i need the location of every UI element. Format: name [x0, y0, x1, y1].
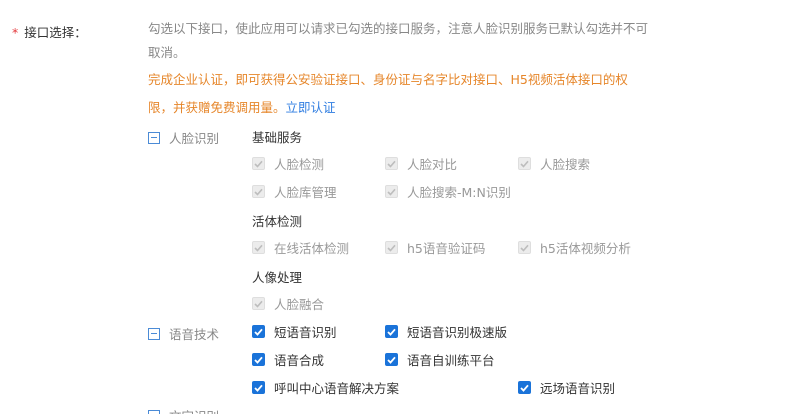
checkmark-icon — [252, 185, 265, 198]
checkbox-online-liveness: 在线活体检测 — [252, 238, 349, 257]
checkmark-icon — [252, 381, 265, 394]
section-title-portrait: 人像处理 — [252, 270, 303, 285]
checkbox-short-asr-fast[interactable]: 短语音识别极速版 — [385, 322, 507, 341]
checkbox-face-compare: 人脸对比 — [385, 154, 457, 173]
checkmark-icon — [252, 297, 265, 310]
required-mark: * — [12, 25, 19, 40]
checkmark-icon — [518, 241, 531, 254]
group-toggle-face[interactable]: 人脸识别 — [148, 128, 219, 147]
checkbox-h5-voice-code: h5语音验证码 — [385, 238, 485, 257]
collapse-icon — [148, 131, 160, 144]
checkbox-face-search-mn: 人脸搜索-M:N识别 — [385, 182, 511, 201]
certify-now-link[interactable]: 立即认证 — [286, 100, 336, 115]
checkbox-face-detect: 人脸检测 — [252, 154, 324, 173]
group-toggle-speech[interactable]: 语音技术 — [148, 324, 219, 343]
checkmark-icon — [252, 241, 265, 254]
field-label: * 接口选择： — [12, 22, 87, 41]
certification-notice: 完成企业认证，即可获得公安验证接口、身份证与名字比对接口、H5视频活体接口的权限… — [148, 66, 648, 122]
checkmark-icon — [252, 353, 265, 366]
checkmark-icon — [385, 241, 398, 254]
section-title-liveness: 活体检测 — [252, 214, 303, 229]
field-label-text: 接口选择： — [24, 25, 87, 40]
checkmark-icon — [385, 353, 398, 366]
checkbox-far-field-asr[interactable]: 远场语音识别 — [518, 378, 615, 397]
checkbox-speech-self-training[interactable]: 语音自训练平台 — [385, 350, 495, 369]
group-label: 文字识别 — [169, 406, 219, 414]
checkmark-icon — [385, 185, 398, 198]
checkmark-icon — [385, 157, 398, 170]
notice-text: 完成企业认证，即可获得公安验证接口、身份证与名字比对接口、H5视频活体接口的权限… — [148, 72, 628, 115]
group-label: 人脸识别 — [169, 131, 220, 146]
expand-icon — [148, 409, 160, 414]
checkbox-face-library: 人脸库管理 — [252, 182, 337, 201]
checkmark-icon — [252, 325, 265, 338]
checkmark-icon — [518, 381, 531, 394]
checkmark-icon — [385, 325, 398, 338]
checkbox-short-asr[interactable]: 短语音识别 — [252, 322, 337, 341]
collapse-icon — [148, 327, 160, 340]
checkbox-h5-liveness-video: h5活体视频分析 — [518, 238, 631, 257]
checkmark-icon — [252, 157, 265, 170]
group-toggle-text[interactable]: 文字识别 — [148, 406, 219, 414]
section-title-basic: 基础服务 — [252, 130, 303, 145]
checkmark-icon — [518, 157, 531, 170]
checkbox-call-center[interactable]: 呼叫中心语音解决方案 — [252, 378, 399, 397]
checkbox-tts[interactable]: 语音合成 — [252, 350, 324, 369]
group-label: 语音技术 — [169, 327, 220, 342]
field-description: 勾选以下接口，使此应用可以请求已勾选的接口服务，注意人脸识别服务已默认勾选并不可… — [148, 21, 649, 60]
checkbox-face-search: 人脸搜索 — [518, 154, 590, 173]
checkbox-face-merge: 人脸融合 — [252, 294, 324, 313]
